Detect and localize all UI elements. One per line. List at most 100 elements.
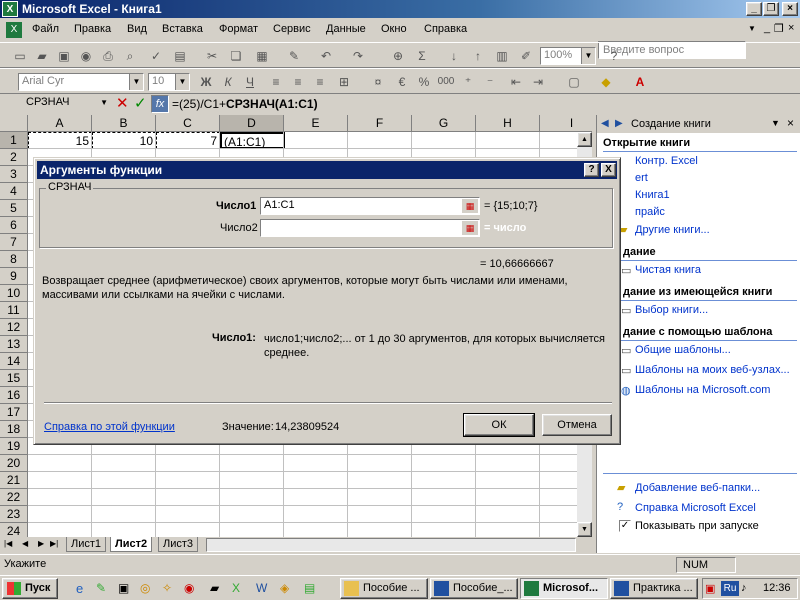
borders-icon[interactable]: ▢ [566,74,582,90]
dialog-help-button[interactable]: ? [584,163,599,177]
fill-color-icon[interactable]: ◆ [598,74,614,90]
maximize-button[interactable]: ❐ [763,2,779,16]
row-header[interactable]: 20 [0,455,28,472]
task-button-4[interactable]: Практика ... [610,578,698,599]
scroll-up-icon[interactable]: ▲ [577,132,592,147]
cancel-icon[interactable]: ✕ [116,94,129,112]
menu-edit[interactable]: Правка [74,23,111,35]
row-header[interactable]: 11 [0,302,28,319]
sort-desc-icon[interactable]: ↑ [470,48,486,64]
save-icon[interactable]: ▣ [56,48,72,64]
language-indicator[interactable]: Ru [721,581,739,596]
add-web-folder-link[interactable]: Добавление веб-папки... [635,482,760,494]
back-icon[interactable]: ◀ [601,118,609,129]
row-header[interactable]: 18 [0,421,28,438]
cell-c1[interactable]: 7 [156,132,220,149]
function-help-link[interactable]: Справка по этой функции [44,421,175,433]
sheet-tab-2[interactable]: Лист2 [110,537,153,552]
row-header[interactable]: 2 [0,149,28,166]
collapse-dialog-icon[interactable]: ▦ [462,221,478,235]
spellcheck-icon[interactable]: ✓ [148,48,164,64]
tray-app-icon[interactable]: ▣ [705,582,715,595]
drawing-icon[interactable]: ✐ [518,48,534,64]
undo-icon[interactable]: ↶ [318,48,334,64]
sheet-tab-3[interactable]: Лист3 [158,537,199,552]
excel-help-link[interactable]: Справка Microsoft Excel [635,502,756,514]
row-header[interactable]: 15 [0,370,28,387]
new-icon[interactable]: ▭ [12,48,28,64]
row-header[interactable]: 19 [0,438,28,455]
ok-button[interactable]: ОК [463,413,535,437]
percent-button[interactable]: % [416,74,432,90]
row-header[interactable]: 7 [0,234,28,251]
last-sheet-icon[interactable]: ▶| [50,539,58,548]
autosum-icon[interactable]: Σ [414,48,430,64]
merge-center-icon[interactable]: ⊞ [336,74,352,90]
folder-quick-icon[interactable]: ▰ [210,581,219,595]
task-button-1[interactable]: Пособие ... [340,578,428,599]
help-icon[interactable]: ? [606,48,622,64]
arg2-input[interactable]: ▦ [260,219,480,237]
thousands-button[interactable]: 000 [436,74,456,90]
redo-icon[interactable]: ↷ [350,48,366,64]
row-header[interactable]: 14 [0,353,28,370]
row-header[interactable]: 10 [0,285,28,302]
currency-icon[interactable]: ¤ [370,74,386,90]
euro-icon[interactable]: € [394,74,410,90]
tray-volume-icon[interactable]: ♪ [741,582,747,594]
bold-button[interactable]: Ж [198,74,214,90]
scroll-down-icon[interactable]: ▼ [577,522,592,537]
cell-a1[interactable]: 15 [28,132,92,149]
cut-icon[interactable]: ✂ [204,48,220,64]
prev-sheet-icon[interactable]: ◀ [22,539,28,548]
minimize-button[interactable]: _ [746,2,762,16]
paste-icon[interactable]: ▦ [254,48,270,64]
general-templates-link[interactable]: Общие шаблоны... [635,344,731,356]
research-icon[interactable]: ▤ [172,48,188,64]
excel-app-icon[interactable]: X [2,1,18,17]
more-books-link[interactable]: Другие книги... [635,224,710,236]
row-header[interactable]: 3 [0,166,28,183]
align-center-icon[interactable]: ≡ [290,74,306,90]
enter-icon[interactable]: ✓ [134,94,147,112]
zoom-select[interactable]: 100% ▼ [540,47,596,65]
align-left-icon[interactable]: ≡ [268,74,284,90]
quicklaunch-icon[interactable]: ✎ [96,581,106,595]
hyperlink-icon[interactable]: ⊕ [390,48,406,64]
font-select[interactable]: Arial Cyr ▼ [18,73,144,91]
tool-icon[interactable]: ✧ [162,581,172,595]
task-button-2[interactable]: Пособие_... [430,578,518,599]
decrease-decimal-icon[interactable]: ⁻ [482,74,498,90]
doc-restore-icon[interactable]: ❐ [774,22,784,35]
row-header[interactable]: 16 [0,387,28,404]
align-right-icon[interactable]: ≡ [312,74,328,90]
first-sheet-icon[interactable]: |◀ [4,539,12,548]
menu-window[interactable]: Окно [381,23,407,35]
format-painter-icon[interactable]: ✎ [286,48,302,64]
media-icon[interactable]: ◎ [140,581,150,595]
permission-icon[interactable]: ◉ [78,48,94,64]
font-color-icon[interactable]: A [632,74,648,90]
preview-icon[interactable]: ⌕ [122,48,138,64]
next-sheet-icon[interactable]: ▶ [38,539,44,548]
open-icon[interactable]: ▰ [34,48,50,64]
desktop-icon[interactable]: ▣ [118,581,129,595]
column-header[interactable]: E [284,115,348,132]
recent-file-1[interactable]: Контр. Excel [635,155,698,167]
row-header[interactable]: 6 [0,217,28,234]
italic-button[interactable]: К [220,74,236,90]
increase-indent-icon[interactable]: ⇥ [530,74,546,90]
row-header[interactable]: 21 [0,472,28,489]
document-icon[interactable]: X [6,22,22,38]
blank-book-link[interactable]: Чистая книга [635,264,701,276]
row-header[interactable]: 5 [0,200,28,217]
doc-close-icon[interactable]: × [788,22,794,34]
row-header[interactable]: 8 [0,251,28,268]
collapse-dialog-icon[interactable]: ▦ [462,199,478,213]
sort-asc-icon[interactable]: ↓ [446,48,462,64]
pane-close-icon[interactable]: × [787,116,794,130]
column-header[interactable]: I [540,115,592,132]
app-quick-icon[interactable]: ◈ [280,581,289,595]
show-at-startup-checkbox[interactable]: ✓ [619,520,631,532]
doc-minimize-icon[interactable]: _ [764,22,770,34]
